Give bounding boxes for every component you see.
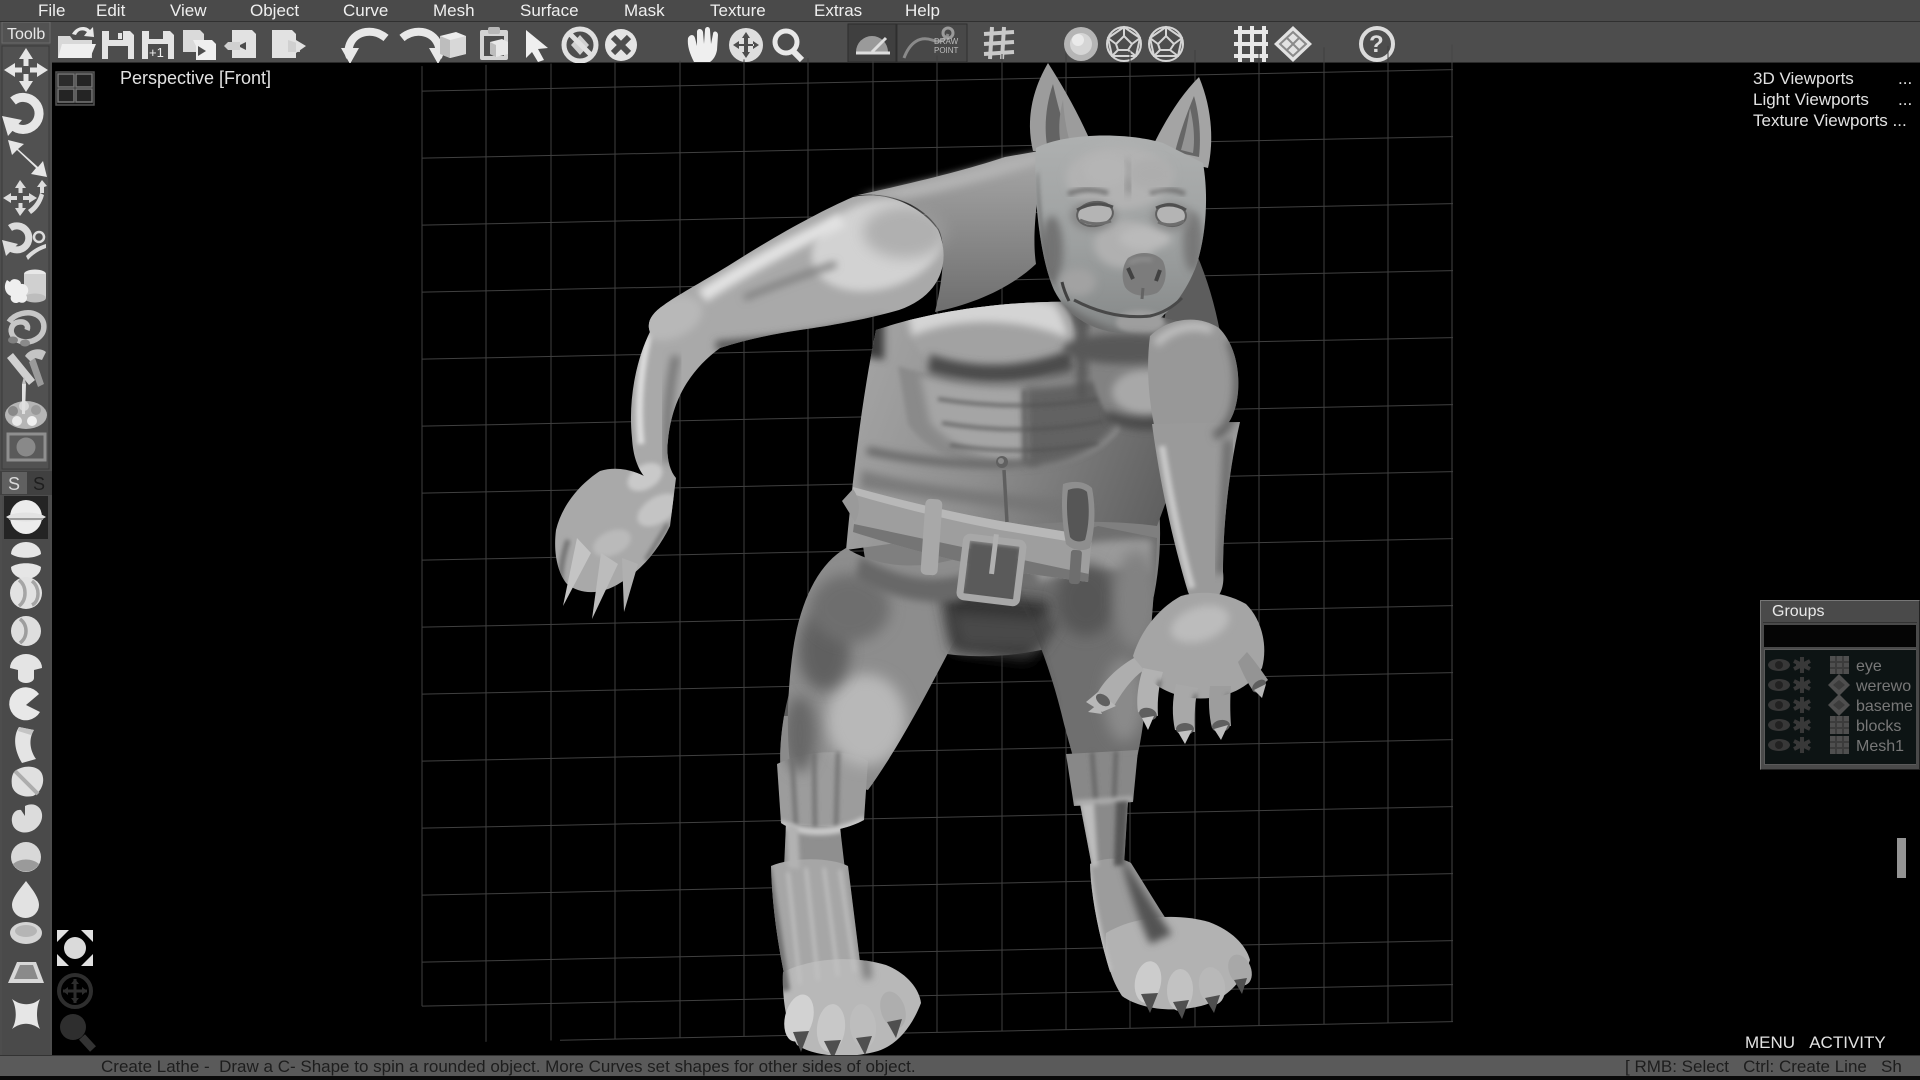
svg-text:baseme: baseme — [1856, 698, 1913, 715]
svg-text:eye: eye — [1856, 658, 1882, 675]
svg-text:Mesh1: Mesh1 — [1856, 738, 1904, 755]
svg-text:werewo: werewo — [1855, 678, 1911, 695]
svg-text:blocks: blocks — [1856, 718, 1901, 735]
